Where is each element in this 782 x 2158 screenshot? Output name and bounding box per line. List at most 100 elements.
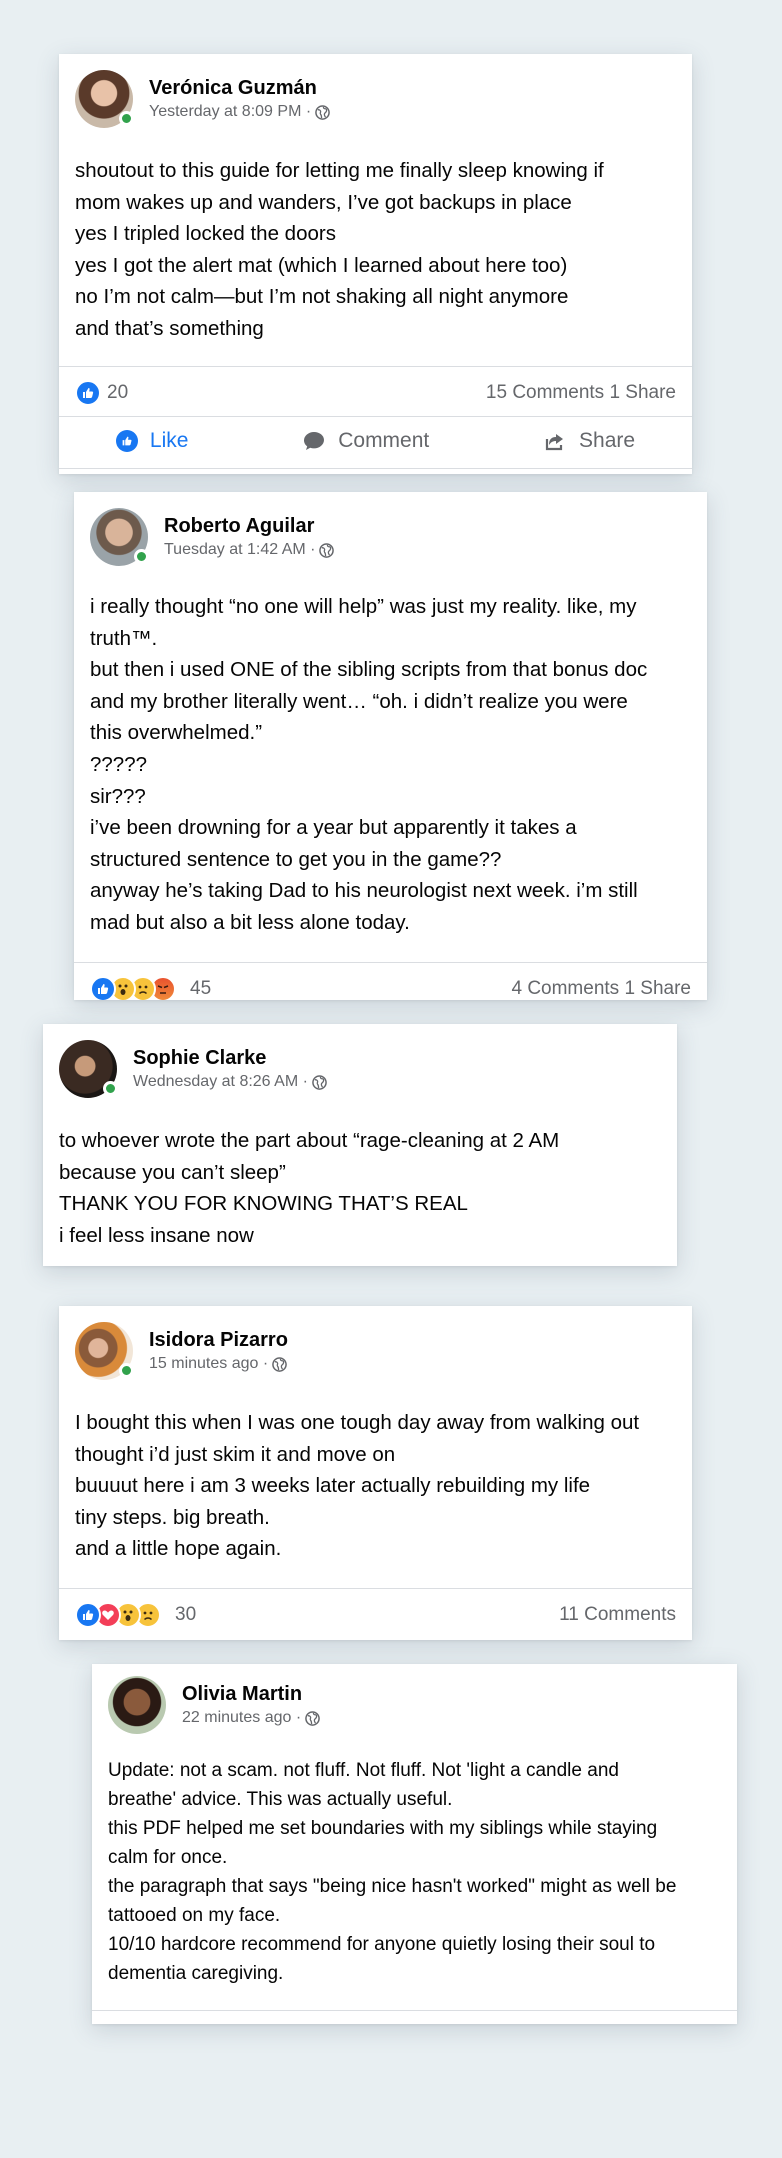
- post-header: Roberto Aguilar Tuesday at 1:42 AM ·: [90, 508, 334, 566]
- avatar[interactable]: [108, 1676, 166, 1734]
- post-text-line: structured sentence to get you in the ga…: [90, 847, 502, 871]
- like-reaction-icon: [90, 976, 116, 1000]
- post-text-line: this overwhelmed.”: [90, 721, 263, 745]
- reaction-count[interactable]: 30: [175, 1604, 196, 1626]
- author-name[interactable]: Isidora Pizarro: [149, 1327, 288, 1353]
- post-text-line: and that’s something: [75, 316, 264, 340]
- online-status-dot: [103, 1081, 118, 1096]
- comment-icon: [304, 432, 325, 450]
- post-text-line: calm for once.: [108, 1847, 228, 1868]
- globe-icon: [319, 543, 334, 558]
- post-text-line: buuuut here i am 3 weeks later actually …: [75, 1474, 591, 1498]
- post-text-line: no I’m not calm—but I’m not shaking all …: [75, 285, 569, 309]
- post-card: Roberto Aguilar Tuesday at 1:42 AM · i r…: [74, 492, 707, 1000]
- post-text-line: anyway he’s taking Dad to his neurologis…: [90, 879, 638, 903]
- post-text-line: 10/10 hardcore recommend for anyone quie…: [108, 1934, 656, 1955]
- comments-shares-count[interactable]: 15 Comments 1 Share: [486, 382, 676, 404]
- avatar[interactable]: [90, 508, 149, 566]
- globe-icon: [305, 1711, 320, 1726]
- like-button[interactable]: Like: [115, 429, 189, 453]
- post-text-line: i really thought “no one will help” was …: [90, 595, 637, 618]
- post-text-line: yes I got the alert mat (which I learned…: [75, 253, 568, 277]
- share-button[interactable]: Share: [543, 429, 635, 453]
- comment-button[interactable]: Comment: [302, 429, 429, 453]
- post-header: Isidora Pizarro 15 minutes ago ·: [75, 1322, 288, 1380]
- reaction-icons[interactable]: [75, 380, 101, 406]
- post-text-line: dementia caregiving.: [108, 1963, 284, 1984]
- post-header: Olivia Martin 22 minutes ago ·: [108, 1676, 320, 1734]
- post-card: Isidora Pizarro 15 minutes ago · I bough…: [59, 1306, 692, 1640]
- post-timestamp[interactable]: Wednesday at 8:26 AM ·: [133, 1071, 327, 1093]
- author-name[interactable]: Verónica Guzmán: [149, 75, 330, 101]
- divider: [59, 468, 692, 469]
- like-icon: [115, 430, 138, 452]
- post-text: shoutout to this guide for letting me fi…: [75, 155, 676, 345]
- post-text-line: truth™.: [90, 626, 158, 650]
- avatar[interactable]: [59, 1040, 118, 1098]
- post-text-line: tiny steps. big breath.: [75, 1505, 270, 1529]
- globe-icon: [312, 1075, 327, 1090]
- reaction-icons[interactable]: [75, 1602, 161, 1628]
- post-text-line: THANK YOU FOR KNOWING THAT’S REAL: [59, 1192, 468, 1216]
- post-text-line: thought i’d just skim it and move on: [75, 1442, 396, 1466]
- post-text-line: mom wakes up and wanders, I’ve got backu…: [75, 190, 572, 214]
- post-timestamp[interactable]: Tuesday at 1:42 AM ·: [164, 539, 334, 561]
- author-name[interactable]: Sophie Clarke: [133, 1045, 327, 1071]
- post-card: Olivia Martin 22 minutes ago · Update: n…: [92, 1664, 737, 2024]
- like-label: Like: [149, 429, 189, 452]
- author-name[interactable]: Roberto Aguilar: [164, 513, 334, 539]
- online-status-dot: [134, 549, 149, 564]
- reaction-count[interactable]: 20: [107, 382, 128, 404]
- post-text-line: because you can’t sleep”: [59, 1160, 286, 1184]
- post-text-line: i’ve been drowning for a year but appare…: [90, 816, 577, 840]
- post-text-line: this PDF helped me set boundaries with m…: [108, 1818, 658, 1839]
- post-card: Sophie Clarke Wednesday at 8:26 AM · to …: [43, 1024, 677, 1266]
- divider: [92, 2010, 737, 2011]
- post-text-line: ?????: [90, 752, 148, 776]
- like-reaction-icon: [75, 380, 101, 406]
- post-text-line: yes I tripled locked the doors: [75, 222, 336, 246]
- post-text-line: tattooed on my face.: [108, 1905, 281, 1926]
- post-header: Verónica Guzmán Yesterday at 8:09 PM ·: [75, 70, 330, 128]
- post-text-line: i feel less insane now: [59, 1223, 254, 1247]
- post-text-line: I bought this when I was one tough day a…: [75, 1411, 640, 1434]
- post-text-line: breathe' advice. This was actually usefu…: [108, 1789, 453, 1810]
- post-text-line: Update: not a scam. not fluff. Not fluff…: [108, 1760, 619, 1781]
- post-text-line: and my brother literally went… “oh. i di…: [90, 689, 628, 713]
- post-timestamp[interactable]: 22 minutes ago ·: [182, 1707, 320, 1729]
- globe-icon: [272, 1357, 287, 1372]
- post-text-line: the paragraph that says "being nice hasn…: [108, 1876, 677, 1897]
- comments-shares-count[interactable]: 4 Comments 1 Share: [511, 978, 691, 1000]
- post-text: to whoever wrote the part about “rage-cl…: [59, 1125, 661, 1251]
- share-label: Share: [579, 429, 636, 452]
- post-text: I bought this when I was one tough day a…: [75, 1407, 676, 1565]
- post-text-line: shoutout to this guide for letting me fi…: [75, 159, 604, 182]
- divider: [74, 962, 707, 963]
- post-text-line: to whoever wrote the part about “rage-cl…: [59, 1129, 560, 1152]
- divider: [59, 416, 692, 417]
- post-text-line: but then i used ONE of the sibling scrip…: [90, 658, 648, 682]
- reaction-stats: 45 4 Comments 1 Share: [90, 974, 691, 1000]
- online-status-dot: [119, 111, 134, 126]
- avatar[interactable]: [75, 1322, 134, 1380]
- avatar[interactable]: [75, 70, 134, 128]
- post-header: Sophie Clarke Wednesday at 8:26 AM ·: [59, 1040, 327, 1098]
- reaction-stats: 20 15 Comments 1 Share: [75, 378, 676, 408]
- reaction-stats: 30 11 Comments: [75, 1600, 676, 1630]
- post-timestamp[interactable]: 15 minutes ago ·: [149, 1353, 288, 1375]
- comments-count[interactable]: 11 Comments: [559, 1604, 676, 1626]
- globe-icon: [315, 105, 330, 120]
- reaction-icons[interactable]: [90, 976, 176, 1000]
- divider: [59, 366, 692, 367]
- action-bar: Like Comment Share: [59, 418, 692, 464]
- post-text-line: and a little hope again.: [75, 1537, 282, 1561]
- author-name[interactable]: Olivia Martin: [182, 1681, 320, 1707]
- online-status-dot: [119, 1363, 134, 1378]
- post-text-line: sir???: [90, 784, 146, 808]
- comment-label: Comment: [338, 429, 430, 452]
- reaction-count[interactable]: 45: [190, 978, 211, 1000]
- like-reaction-icon: [75, 1602, 101, 1628]
- post-text: Update: not a scam. not fluff. Not fluff…: [108, 1756, 721, 1988]
- divider: [59, 1588, 692, 1589]
- post-timestamp[interactable]: Yesterday at 8:09 PM ·: [149, 101, 330, 123]
